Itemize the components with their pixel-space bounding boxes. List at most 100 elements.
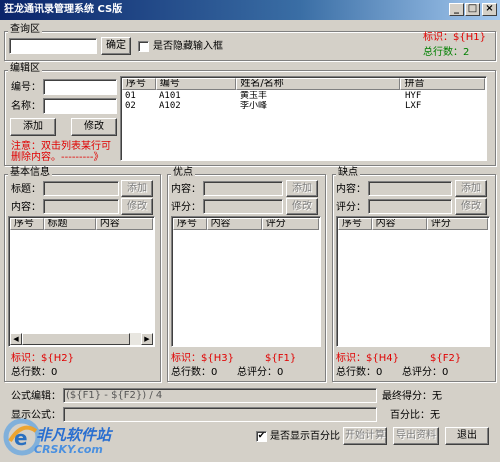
cell-pinyin: LXF [405, 101, 422, 111]
basic-list-header: 序号 标题 内容 [10, 218, 153, 230]
edit-group-label: 编辑区 [8, 63, 42, 75]
basic-info-list[interactable]: 序号 标题 内容 ◀ ▶ [8, 216, 155, 347]
pros-formula-tag: ${F1} [265, 353, 297, 364]
final-score-label: 最终得分：无 [382, 391, 442, 402]
edit-modify-button[interactable]: 修改 [71, 118, 117, 136]
edit-note: 注意：双击列表某行可删除内容。---------》 [11, 141, 111, 163]
show-percent-checkbox[interactable]: ✔ [256, 431, 267, 442]
cons-add-button[interactable]: 添加 [455, 180, 487, 197]
cell-index: 01 [125, 91, 136, 101]
pros-col-index[interactable]: 序号 [173, 218, 207, 230]
pros-count: 总行数：0 [171, 367, 218, 378]
maximize-button[interactable]: □ [465, 3, 480, 16]
window-title: 狂龙通讯录管理系统 CS版 [4, 4, 123, 15]
exit-button[interactable]: 退出 [445, 427, 489, 445]
formula-edit-input[interactable]: (${F1} - ${F2}) / 4 [63, 388, 377, 403]
basic-hscrollbar[interactable]: ◀ ▶ [10, 333, 153, 345]
svg-text:e: e [14, 426, 28, 450]
cons-col-score[interactable]: 评分 [426, 218, 488, 230]
close-window-button[interactable]: × [482, 3, 497, 16]
basic-col-index[interactable]: 序号 [10, 218, 44, 230]
cons-list-header: 序号 内容 评分 [338, 218, 488, 230]
pros-score-total: 总评分：0 [237, 367, 284, 378]
formula-edit-label: 公式编辑： [11, 391, 61, 402]
code-label: 编号： [11, 82, 41, 93]
pros-col-score[interactable]: 评分 [261, 218, 319, 230]
col-header-name[interactable]: 姓名/名称 [236, 78, 401, 90]
cons-score-label: 评分： [336, 202, 366, 213]
cons-count: 总行数：0 [336, 367, 383, 378]
cons-content-input[interactable] [368, 181, 452, 196]
pros-group-label: 优点 [171, 167, 195, 179]
query-confirm-button[interactable]: 确定 [101, 37, 131, 55]
basic-col-content[interactable]: 内容 [95, 218, 153, 230]
hide-input-checkbox-label: 是否隐藏输入框 [153, 41, 223, 52]
pros-score-input[interactable] [203, 199, 283, 214]
basic-modify-button[interactable]: 修改 [121, 198, 153, 215]
basic-content-label: 内容： [11, 202, 41, 213]
cons-formula-tag: ${F2} [430, 353, 462, 364]
cons-col-content[interactable]: 内容 [371, 218, 427, 230]
basic-tag: 标识：${H2} [11, 353, 74, 364]
cell-name: 黄玉丰 [240, 91, 268, 101]
cons-list[interactable]: 序号 内容 评分 [336, 216, 490, 347]
cons-score-input[interactable] [368, 199, 452, 214]
pros-list[interactable]: 序号 内容 评分 [171, 216, 321, 347]
col-header-pinyin[interactable]: 拼音 [400, 78, 485, 90]
query-input[interactable] [9, 38, 97, 54]
col-header-index[interactable]: 序号 [122, 78, 156, 90]
query-count: 总行数：2 [423, 47, 470, 58]
cons-group-label: 缺点 [336, 167, 360, 179]
hide-input-checkbox[interactable] [138, 41, 149, 52]
basic-content-input[interactable] [43, 199, 119, 214]
contacts-list-header: 序号 编号 姓名/名称 拼音 [122, 78, 485, 90]
pros-content-input[interactable] [203, 181, 283, 196]
name-input[interactable] [43, 98, 117, 114]
cell-pinyin: HYF [405, 91, 422, 101]
scroll-right-icon[interactable]: ▶ [141, 333, 153, 345]
window-titlebar: 狂龙通讯录管理系统 CS版 [0, 0, 500, 20]
scroll-left-icon[interactable]: ◀ [10, 333, 22, 345]
pros-content-label: 内容： [171, 184, 201, 195]
cell-code: A101 [159, 91, 181, 101]
scroll-thumb[interactable] [22, 333, 130, 345]
query-group-label: 查询区 [8, 24, 42, 36]
code-input[interactable] [43, 79, 117, 95]
basic-title-label: 标题： [11, 184, 41, 195]
basic-info-group-label: 基本信息 [8, 167, 52, 179]
pros-tag: 标识：${H3} [171, 353, 234, 364]
start-calc-button[interactable]: 开始计算 [343, 427, 387, 445]
cell-index: 02 [125, 101, 136, 111]
logo-main-text: 非凡软件站 [36, 426, 112, 444]
table-row[interactable]: 01 A101 黄玉丰 HYF [122, 91, 486, 101]
basic-count: 总行数：0 [11, 367, 58, 378]
cons-content-label: 内容： [336, 184, 366, 195]
check-mark-icon: ✔ [257, 431, 266, 441]
cons-tag: 标识：${H4} [336, 353, 399, 364]
cons-score-total: 总评分：0 [402, 367, 449, 378]
cell-code: A102 [159, 101, 181, 111]
table-row[interactable]: 02 A102 李小峰 LXF [122, 101, 486, 111]
col-header-code[interactable]: 编号 [155, 78, 237, 90]
name-label: 名称： [11, 101, 41, 112]
pros-add-button[interactable]: 添加 [286, 180, 318, 197]
pros-list-header: 序号 内容 评分 [173, 218, 319, 230]
pros-modify-button[interactable]: 修改 [286, 198, 318, 215]
cons-col-index[interactable]: 序号 [338, 218, 372, 230]
export-button[interactable]: 导出资料 [393, 427, 439, 445]
basic-title-input[interactable] [43, 181, 119, 196]
basic-add-button[interactable]: 添加 [121, 180, 153, 197]
pros-col-content[interactable]: 内容 [206, 218, 262, 230]
show-percent-checkbox-label: 是否显示百分比 [270, 431, 340, 442]
query-tag: 标识：${H1} [423, 32, 486, 43]
cell-name: 李小峰 [240, 101, 268, 111]
contacts-list[interactable]: 序号 编号 姓名/名称 拼音 01 A101 黄玉丰 HYF 02 A102 李… [120, 76, 487, 161]
cons-modify-button[interactable]: 修改 [455, 198, 487, 215]
pros-score-label: 评分： [171, 202, 201, 213]
minimize-button[interactable]: _ [449, 3, 464, 16]
edit-add-button[interactable]: 添加 [10, 118, 56, 136]
logo-sub-text: CRSKY.com [34, 443, 103, 456]
basic-col-title[interactable]: 标题 [43, 218, 96, 230]
crsky-logo: e 非凡软件站 CRSKY.com [2, 415, 117, 459]
percent-label: 百分比：无 [390, 410, 440, 421]
